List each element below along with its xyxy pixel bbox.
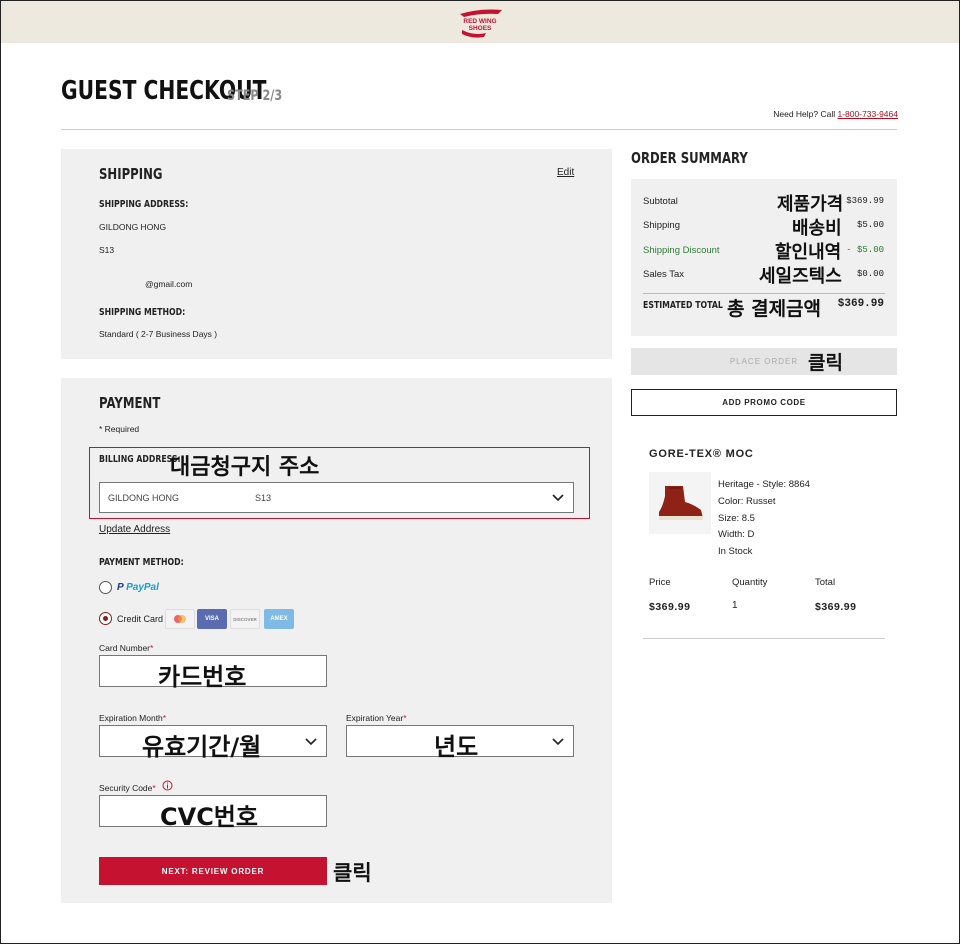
paypal-icon: P [117, 582, 124, 593]
quantity-header: Quantity [732, 577, 768, 588]
summary-value-tax: $0.00 [856, 269, 884, 279]
exp-year-label: Expiration Year* [346, 713, 407, 723]
visa-icon: VISA [197, 609, 227, 629]
chevron-down-icon [552, 738, 564, 746]
required-star: * [162, 713, 167, 723]
required-star: * [403, 713, 407, 723]
update-address-link[interactable]: Update Address [99, 524, 170, 535]
price-value: $369.99 [649, 601, 691, 613]
summary-label-tax: Sales Tax [643, 269, 685, 280]
shipping-heading: SHIPPING [99, 165, 163, 183]
next-annotation: 클릭 [333, 861, 372, 885]
shipping-name: GILDONG HONG [99, 222, 167, 232]
product-detail-stock: In Stock [718, 546, 753, 557]
security-code-annotation: CVC번호 [160, 803, 258, 831]
product-detail-color: Color: Russet [718, 496, 776, 507]
product-divider [643, 638, 885, 639]
required-star: * [152, 783, 156, 793]
paypal-logo[interactable]: P PayPal [117, 582, 159, 593]
estimated-total-label: ESTIMATED TOTAL [643, 300, 723, 311]
summary-annotation-shipping: 배송비 [792, 218, 842, 239]
help-prefix: Need Help? Call [773, 109, 838, 119]
billing-address-select[interactable]: GILDONG HONG S13 [99, 482, 574, 513]
paypal-label: PayPal [126, 582, 159, 593]
shipping-address-label: SHIPPING ADDRESS: [99, 199, 189, 210]
svg-text:SHOES: SHOES [469, 25, 492, 32]
help-line: Need Help? Call 1-800-733-9464 [773, 109, 898, 119]
security-code-label: Security Code* [99, 783, 156, 793]
required-star: * [150, 643, 154, 653]
checkout-step: STEP 2/3 [227, 88, 283, 104]
summary-label-subtotal: Subtotal [643, 196, 678, 207]
product-name: GORE-TEX® MOC [649, 448, 754, 460]
chevron-down-icon [305, 738, 317, 746]
billing-annotation: 대금청구지 주소 [170, 455, 320, 480]
discover-icon: DISCOVER [230, 609, 260, 629]
estimated-total-value: $369.99 [837, 298, 884, 310]
total-header: Total [815, 577, 836, 588]
boot-image[interactable] [649, 472, 711, 534]
radio-selected-dot [103, 616, 108, 621]
summary-annotation-subtotal: 제품가격 [777, 194, 844, 215]
summary-annotation-tax: 세일즈텍스 [759, 266, 842, 287]
header-divider [61, 129, 897, 130]
shipping-edit-link[interactable]: Edit [557, 167, 574, 178]
card-number-label-text: Card Number [99, 643, 151, 653]
billing-address-label: BILLING ADDRESS: [99, 454, 181, 465]
summary-annotation-discount: 할인내역 [775, 242, 842, 263]
billing-select-extra: S13 [255, 493, 272, 503]
summary-label-shipping: Shipping [643, 220, 680, 231]
exp-month-label-text: Expiration Month [99, 713, 163, 723]
card-number-annotation: 카드번호 [158, 663, 247, 691]
paypal-radio[interactable] [99, 581, 112, 594]
mastercard-icon [165, 609, 195, 629]
total-annotation: 총 결제금액 [727, 298, 822, 320]
credit-card-radio[interactable] [99, 612, 112, 625]
exp-month-label: Expiration Month* [99, 713, 166, 723]
product-detail-size: Size: 8.5 [718, 513, 755, 524]
total-value: $369.99 [815, 601, 857, 613]
payment-heading: PAYMENT [99, 394, 161, 412]
payment-method-label: PAYMENT METHOD: [99, 557, 184, 568]
place-order-annotation: 클릭 [808, 352, 843, 374]
summary-value-subtotal: $369.99 [846, 196, 884, 206]
exp-year-label-text: Expiration Year [346, 713, 404, 723]
shipping-method-label: SHIPPING METHOD: [99, 307, 186, 318]
mastercard-circles-icon [174, 615, 186, 623]
summary-value-discount: - $5.00 [846, 245, 884, 255]
card-number-label: Card Number* [99, 643, 153, 653]
shipping-line2: S13 [99, 245, 115, 255]
red-wing-logo[interactable]: RED WING SHOES [450, 6, 510, 40]
chevron-down-icon [552, 494, 564, 502]
credit-card-label: Credit Card [117, 614, 164, 624]
exp-month-annotation: 유효기간/월 [142, 733, 262, 761]
billing-select-name: GILDONG HONG [108, 493, 180, 503]
svg-text:RED WING: RED WING [463, 18, 496, 25]
product-detail-width: Width: D [718, 529, 755, 540]
exp-year-annotation: 년도 [434, 733, 479, 761]
shipping-email: @gmail.com [145, 279, 193, 289]
next-review-order-button[interactable]: NEXT: REVIEW ORDER [99, 857, 327, 885]
summary-value-shipping: $5.00 [856, 220, 884, 230]
summary-label-discount: Shipping Discount [643, 245, 720, 256]
required-note: * Required [99, 424, 140, 434]
price-header: Price [649, 577, 671, 588]
amex-icon: AMEX [264, 609, 294, 629]
product-detail-style: Heritage - Style: 8864 [718, 479, 810, 490]
quantity-value: 1 [732, 600, 738, 611]
shipping-panel: SHIPPING Edit SHIPPING ADDRESS: GILDONG … [61, 149, 612, 359]
shipping-method: Standard ( 2-7 Business Days ) [99, 329, 218, 339]
order-summary-heading: ORDER SUMMARY [631, 149, 748, 167]
place-order-button[interactable]: PLACE ORDER [631, 348, 897, 375]
help-phone-link[interactable]: 1-800-733-9464 [838, 109, 899, 119]
add-promo-code-button[interactable]: ADD PROMO CODE [631, 389, 897, 416]
info-icon[interactable] [162, 780, 173, 791]
security-code-label-text: Security Code [99, 783, 153, 793]
